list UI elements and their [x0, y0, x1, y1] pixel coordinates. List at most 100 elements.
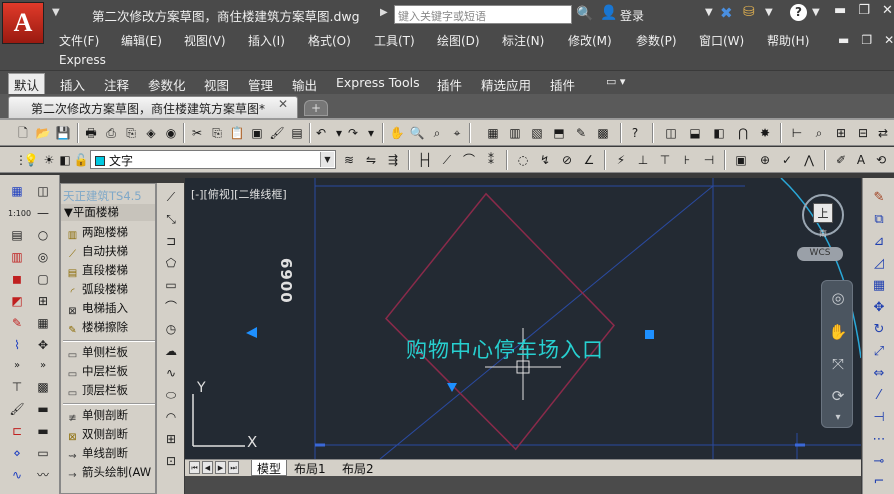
unlock-icon[interactable]: 🔓	[72, 151, 90, 168]
revision-cloud-icon[interactable]: ☁	[162, 343, 180, 361]
autocad-logo-button[interactable]: A	[2, 2, 44, 44]
move-icon[interactable]: ✥	[34, 337, 52, 355]
layer-states-icon[interactable]: ⇶	[384, 151, 402, 168]
menu-express[interactable]: Express	[59, 53, 106, 67]
menu-help[interactable]: 帮助(H)	[767, 32, 809, 49]
paste-icon[interactable]: 📋	[228, 124, 246, 141]
offset-icon[interactable]: ◿	[869, 254, 889, 274]
cut-icon[interactable]: ✂	[188, 124, 206, 141]
ribbon-tab-view[interactable]: 视图	[204, 75, 229, 94]
dimension-scale-icon[interactable]: ⊢	[788, 124, 806, 141]
title-arrow-icon[interactable]: ▶	[380, 7, 388, 18]
ribbon-tab-default[interactable]: 默认	[8, 73, 46, 95]
ring-icon[interactable]: ◎	[34, 249, 52, 267]
doc-restore-icon[interactable]: ❐	[861, 33, 872, 47]
tz-item-single-break[interactable]: ≢ 单侧剖断	[65, 407, 155, 425]
express-tools-icon[interactable]: ✸	[756, 124, 774, 141]
design-center-icon[interactable]: ▥	[506, 124, 524, 141]
layout-tab-layout1[interactable]: 布局1	[289, 460, 331, 476]
tz-properties-icon[interactable]: ◫	[34, 183, 52, 201]
minimize-icon[interactable]: ▬	[834, 3, 846, 18]
tz-item-elevator[interactable]: ⊠ 电梯插入	[65, 300, 155, 318]
make-block-icon[interactable]: ⊡	[162, 453, 180, 471]
bar-2-icon[interactable]: ▬	[34, 423, 52, 441]
menu-tools[interactable]: 工具(T)	[374, 32, 415, 49]
ribbon-tab-featured-apps[interactable]: 精选应用	[481, 75, 531, 94]
chevron-down-icon[interactable]: ▼	[320, 152, 334, 167]
print-icon[interactable]: 🖶	[82, 124, 100, 141]
grid-axis-icon[interactable]: ⊞	[34, 293, 52, 311]
ellipse-arc-icon[interactable]: ◠	[162, 409, 180, 427]
arc-length-dim-icon[interactable]: ⌒	[460, 151, 478, 168]
ordinate-dim-icon[interactable]: ⁑	[482, 151, 500, 168]
tz-item-top-railing[interactable]: ▭ 顶层栏板	[65, 382, 155, 400]
grid-table-icon[interactable]: ▦	[34, 315, 52, 333]
circle-icon[interactable]: ○	[34, 227, 52, 245]
menu-draw[interactable]: 绘图(D)	[437, 32, 480, 49]
zoom-object-icon[interactable]: ⌕	[810, 124, 828, 141]
last-tab-icon[interactable]: ⏭	[228, 461, 239, 474]
dim-edit-icon[interactable]: ✐	[832, 151, 850, 168]
menu-view[interactable]: 视图(V)	[184, 32, 226, 49]
aligned-dim-icon[interactable]: ⟋	[438, 151, 456, 168]
user-icon[interactable]: 👤	[600, 5, 617, 21]
polygon-icon[interactable]: ⬠	[162, 255, 180, 273]
brush-icon[interactable]: 🖌	[8, 401, 26, 419]
new-file-icon[interactable]: 🗋	[14, 124, 32, 141]
menu-dimension[interactable]: 标注(N)	[502, 32, 544, 49]
linear-dim-icon[interactable]: ├┤	[416, 151, 434, 168]
pan-hand-icon[interactable]: ✋	[827, 321, 849, 343]
3d-dwf-icon[interactable]: ◈	[142, 124, 160, 141]
menu-insert[interactable]: 插入(I)	[248, 32, 285, 49]
paste-block-icon[interactable]: ▣	[248, 124, 266, 141]
break-dim-icon[interactable]: ⊣	[700, 151, 718, 168]
first-tab-icon[interactable]: ⏮	[189, 461, 200, 474]
menu-format[interactable]: 格式(O)	[308, 32, 351, 49]
tz-palette-icon[interactable]: ▦	[8, 183, 26, 201]
space-dim-icon[interactable]: ⊦	[678, 151, 696, 168]
new-tab-button[interactable]: +	[304, 100, 328, 116]
layer-dropdown[interactable]: 文字 ▼	[90, 150, 336, 169]
ribbon-tab-manage[interactable]: 管理	[248, 75, 273, 94]
draw-line-icon[interactable]: ⟋	[162, 189, 180, 207]
continue-dim-icon[interactable]: ⊤	[656, 151, 674, 168]
menu-file[interactable]: 文件(F)	[59, 32, 99, 49]
redo-icon[interactable]: ↷	[344, 124, 362, 141]
baseline-dim-icon[interactable]: ⊥	[634, 151, 652, 168]
layout-tab-model[interactable]: 模型	[251, 460, 288, 476]
ribbon-tab-annotate[interactable]: 注释	[104, 75, 129, 94]
tool-palettes-icon[interactable]: ▧	[528, 124, 546, 141]
login-link[interactable]: 登录	[620, 7, 644, 24]
tolerance-icon[interactable]: ▣	[732, 151, 750, 168]
menu-edit[interactable]: 编辑(E)	[121, 32, 162, 49]
wave-icon[interactable]: 〰	[34, 467, 52, 485]
scale-icon[interactable]: 1:100	[8, 205, 31, 223]
radius-dim-icon[interactable]: ◌	[514, 151, 532, 168]
ribbon-tab-output[interactable]: 输出	[292, 75, 317, 94]
zoom-previous-icon[interactable]: ⌖	[448, 124, 466, 141]
pan-icon[interactable]: ✋	[388, 124, 406, 141]
ribbon-tab-parametric[interactable]: 参数化	[148, 75, 186, 94]
insert-block-icon[interactable]: ⊞	[162, 431, 180, 449]
copy-object-icon[interactable]: ⧉	[869, 210, 889, 230]
ribbon-tab-plugins-2[interactable]: 插件	[550, 75, 575, 94]
next-tab-icon[interactable]: ▶	[215, 461, 226, 474]
floor-plan-icon[interactable]: ▤	[8, 227, 26, 245]
ribbon-minimize-icon[interactable]: ▭ ▾	[606, 75, 625, 88]
layout-tab-layout2[interactable]: 布局2	[337, 460, 379, 476]
file-tab[interactable]: 第二次修改方案草图，商住楼建筑方案草图*	[8, 96, 298, 118]
make-current-layer-icon[interactable]: ≋	[340, 151, 358, 168]
tz-item-escalator[interactable]: ⟋ 自动扶梯	[65, 243, 155, 261]
convert-icon[interactable]: ⇄	[874, 124, 892, 141]
exchange-icon[interactable]: ✖	[720, 4, 733, 22]
maximize-icon[interactable]: ❐	[858, 3, 870, 18]
stretch-icon[interactable]: ⇔	[869, 364, 889, 384]
binoculars-search-icon[interactable]: 🔍	[576, 6, 593, 22]
chamfer-icon[interactable]: ⌐	[869, 472, 889, 492]
orbit-icon[interactable]: ⟳	[827, 385, 849, 407]
center-mark-icon[interactable]: ⊕	[756, 151, 774, 168]
properties-icon[interactable]: ▦	[484, 124, 502, 141]
hook-icon[interactable]: ⊏	[8, 423, 26, 441]
spline-icon[interactable]: ∿	[162, 365, 180, 383]
curve-icon[interactable]: ∿	[8, 467, 26, 485]
